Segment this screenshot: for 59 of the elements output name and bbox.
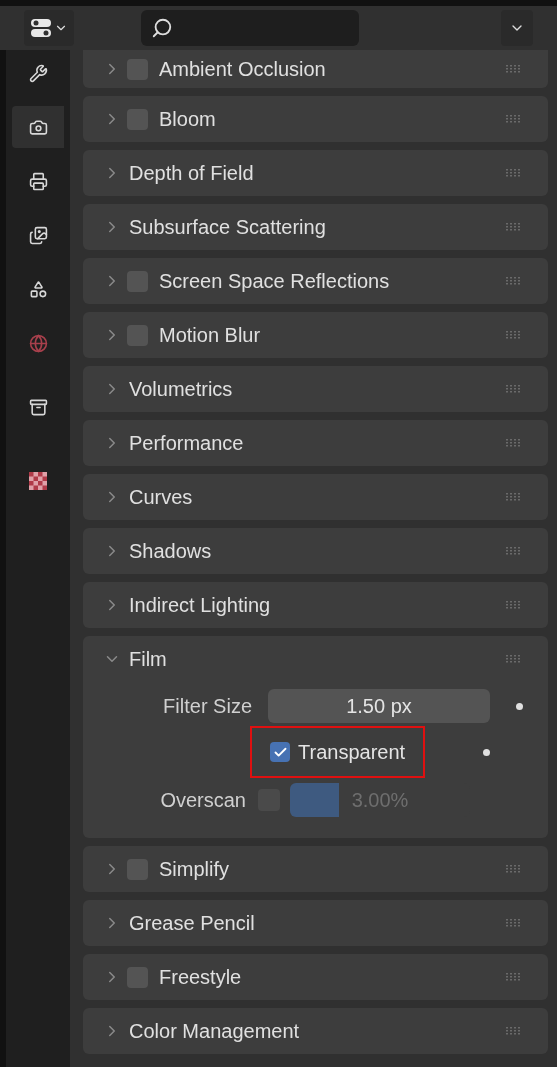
panel-title: Motion Blur [159,323,261,348]
panel-header[interactable]: Shadows [83,528,548,574]
panel-title: Subsurface Scattering [129,215,326,240]
grip-icon[interactable] [506,865,522,873]
panel-header[interactable]: Bloom [83,96,548,142]
panel-header[interactable]: Curves [83,474,548,520]
panel-title: Bloom [159,107,216,132]
grip-icon[interactable] [506,331,522,339]
panel-header[interactable]: Motion Blur [83,312,548,358]
field-label: Overscan [159,788,247,813]
panel-header[interactable]: Performance [83,420,548,466]
panel-title: Freestyle [159,965,242,990]
panel-title: Grease Pencil [129,911,255,936]
panel-title: Performance [129,431,244,456]
panel-title: Shadows [129,539,212,564]
panel-header[interactable]: Film [83,636,548,682]
panel-header[interactable]: Depth of Field [83,150,548,196]
sidebar-tab[interactable] [12,106,64,148]
grip-icon[interactable] [506,115,522,123]
panel-title: Volumetrics [129,377,233,402]
panel-header[interactable]: Simplify [83,846,548,892]
panel-header[interactable]: Ambient Occlusion [83,50,548,88]
field-label: Filter Size [162,694,253,719]
panel-title: Indirect Lighting [129,593,271,618]
panel-title: Ambient Occlusion [159,57,326,82]
grip-icon[interactable] [506,919,522,927]
grip-icon[interactable] [506,277,522,285]
panel-header[interactable]: Screen Space Reflections [83,258,548,304]
grip-icon[interactable] [506,655,522,663]
panel-title: Curves [129,485,193,510]
dropdown-button[interactable] [501,10,533,46]
panel-header[interactable]: Color Management [83,1008,548,1054]
panel-title: Depth of Field [129,161,254,186]
grip-icon[interactable] [506,169,522,177]
editor-type-button[interactable] [24,10,74,46]
panel-header[interactable]: Grease Pencil [83,900,548,946]
grip-icon[interactable] [506,223,522,231]
panel-title: Simplify [159,857,229,882]
panel-title: Color Management [129,1019,300,1044]
grip-icon[interactable] [506,973,522,981]
grip-icon[interactable] [506,385,522,393]
panel-header[interactable]: Freestyle [83,954,548,1000]
panel-title: Screen Space Reflections [159,269,390,294]
grip-icon[interactable] [506,493,522,501]
search-field[interactable] [141,10,359,46]
grip-icon[interactable] [506,439,522,447]
toggle-icon [30,18,52,38]
grip-icon[interactable] [506,601,522,609]
panel-header[interactable]: Indirect Lighting [83,582,548,628]
checkbox-label: Transparent [298,740,406,765]
panel-header[interactable]: Volumetrics [83,366,548,412]
grip-icon[interactable] [506,65,522,73]
search-icon [151,17,173,39]
grip-icon[interactable] [506,547,522,555]
checkbox[interactable] [270,742,290,762]
number-field[interactable]: 1.50 px [268,689,490,723]
panel-title: Film [129,647,167,672]
panel-header[interactable]: Subsurface Scattering [83,204,548,250]
grip-icon[interactable] [506,1027,522,1035]
